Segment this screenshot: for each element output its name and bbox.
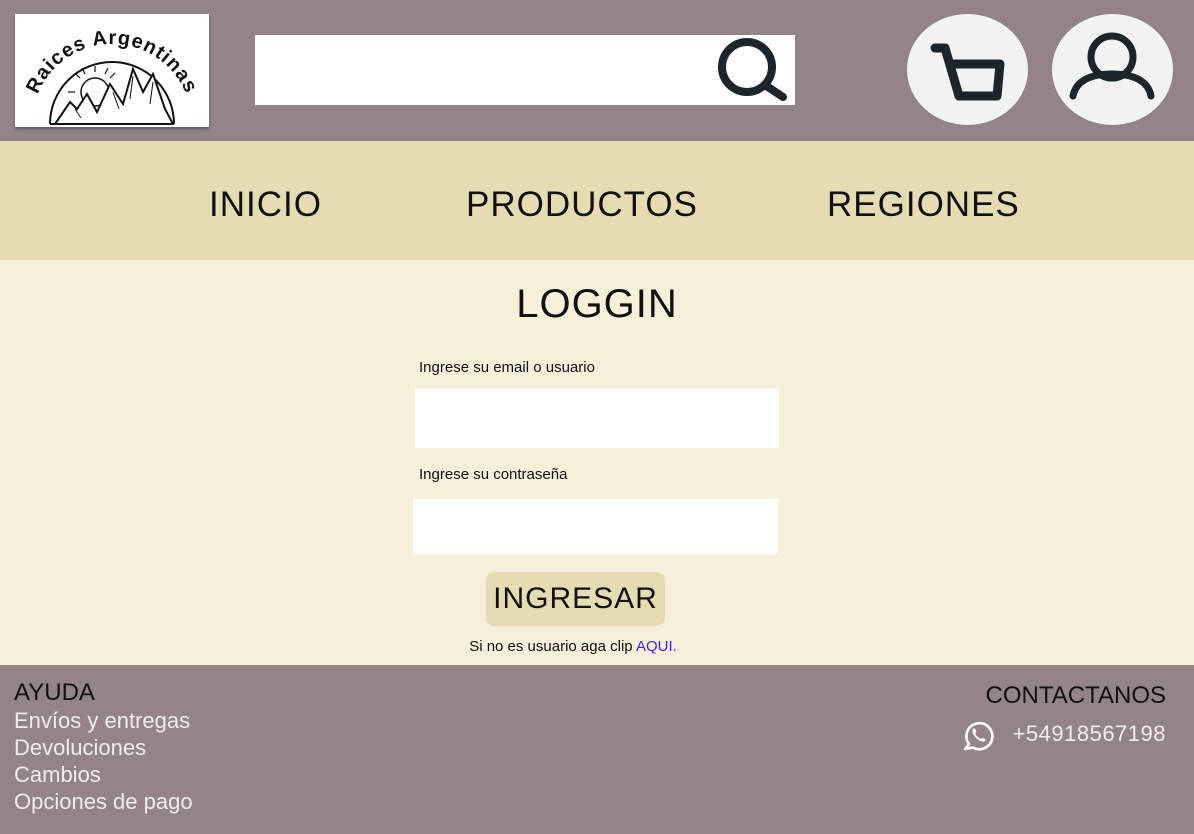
site-footer: AYUDA Envíos y entregas Devoluciones Cam… — [0, 665, 1194, 834]
nav-item-regiones[interactable]: REGIONES — [827, 185, 1020, 225]
nav-item-productos[interactable]: PRODUCTOS — [466, 185, 698, 225]
user-icon — [1069, 32, 1155, 100]
password-label: Ingrese su contraseña — [419, 466, 568, 483]
whatsapp-link[interactable] — [961, 718, 995, 752]
register-prompt: Si no es usuario aga clip AQUI. — [0, 638, 1146, 655]
brand-logo[interactable]: Raices Argentinas — [15, 14, 209, 127]
mountain-sun-logo-icon: Raices Argentinas — [22, 27, 201, 125]
search-input[interactable] — [255, 35, 705, 105]
register-text: Si no es usuario aga clip — [469, 638, 636, 655]
contact-title: CONTACTANOS — [985, 682, 1166, 709]
contact-phone: +54918567198 — [1012, 721, 1166, 746]
nav-item-inicio[interactable]: INICIO — [209, 185, 322, 225]
help-link-pago[interactable]: Opciones de pago — [14, 789, 193, 815]
password-field[interactable] — [413, 499, 778, 554]
cart-button[interactable] — [907, 14, 1028, 125]
whatsapp-icon — [963, 721, 994, 751]
site-header: Raices Argentinas — [0, 0, 1194, 141]
search-icon — [718, 38, 787, 101]
help-link-cambios[interactable]: Cambios — [14, 762, 101, 788]
register-link[interactable]: AQUI. — [636, 638, 677, 655]
login-section: LOGGIN Ingrese su email o usuario Ingres… — [0, 260, 1194, 665]
help-title: AYUDA — [14, 679, 95, 706]
email-label: Ingrese su email o usuario — [419, 359, 595, 376]
cart-icon — [930, 43, 1005, 101]
account-button[interactable] — [1052, 14, 1173, 125]
email-field[interactable] — [415, 389, 779, 448]
help-link-devoluciones[interactable]: Devoluciones — [14, 735, 146, 761]
login-submit-button[interactable]: INGRESAR — [486, 572, 665, 626]
search-button[interactable] — [712, 37, 792, 103]
main-nav: INICIO PRODUCTOS REGIONES — [0, 141, 1194, 260]
page-title: LOGGIN — [516, 282, 678, 326]
help-link-envios[interactable]: Envíos y entregas — [14, 708, 190, 734]
